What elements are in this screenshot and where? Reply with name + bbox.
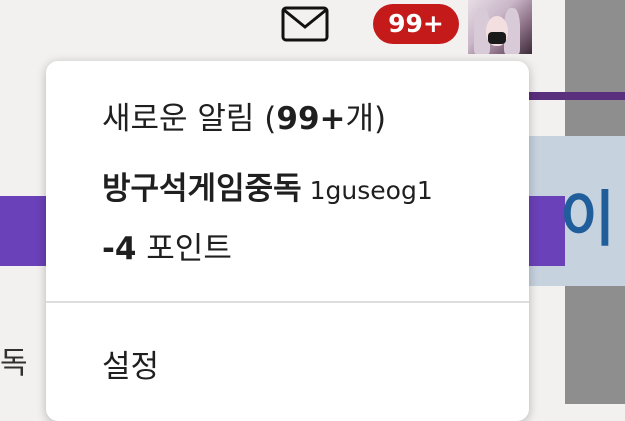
notifications-prefix: 새로운 알림 ( <box>102 101 277 137</box>
notifications-suffix: 개) <box>345 101 387 137</box>
points-unit: 포인트 <box>136 231 232 267</box>
avatar[interactable] <box>468 0 532 54</box>
background-text: 독 <box>0 346 28 381</box>
user-dropdown-menu: 새로운 알림 (99+개) 방구석게임중독 1guseog1 -4 포인트 설정 <box>46 61 529 421</box>
page-purple-bar-left <box>0 196 50 266</box>
user-nickname: 방구석게임중독 <box>102 171 302 207</box>
points-value: -4 <box>102 231 137 267</box>
notifications-menu-item[interactable]: 새로운 알림 (99+개) <box>102 93 386 138</box>
banner-glyph: 이 <box>560 185 615 255</box>
mail-icon[interactable] <box>281 6 329 42</box>
points-menu-item[interactable]: -4 포인트 <box>102 223 232 268</box>
page-accent-line <box>528 92 625 100</box>
menu-divider <box>46 301 529 303</box>
user-id: 1guseog1 <box>309 176 433 205</box>
notifications-count: 99+ <box>276 101 346 137</box>
notification-badge[interactable]: 99+ <box>373 4 459 44</box>
profile-menu-item[interactable]: 방구석게임중독 1guseog1 <box>102 163 433 208</box>
avatar-mask <box>488 32 506 44</box>
settings-menu-item[interactable]: 설정 <box>102 341 159 386</box>
